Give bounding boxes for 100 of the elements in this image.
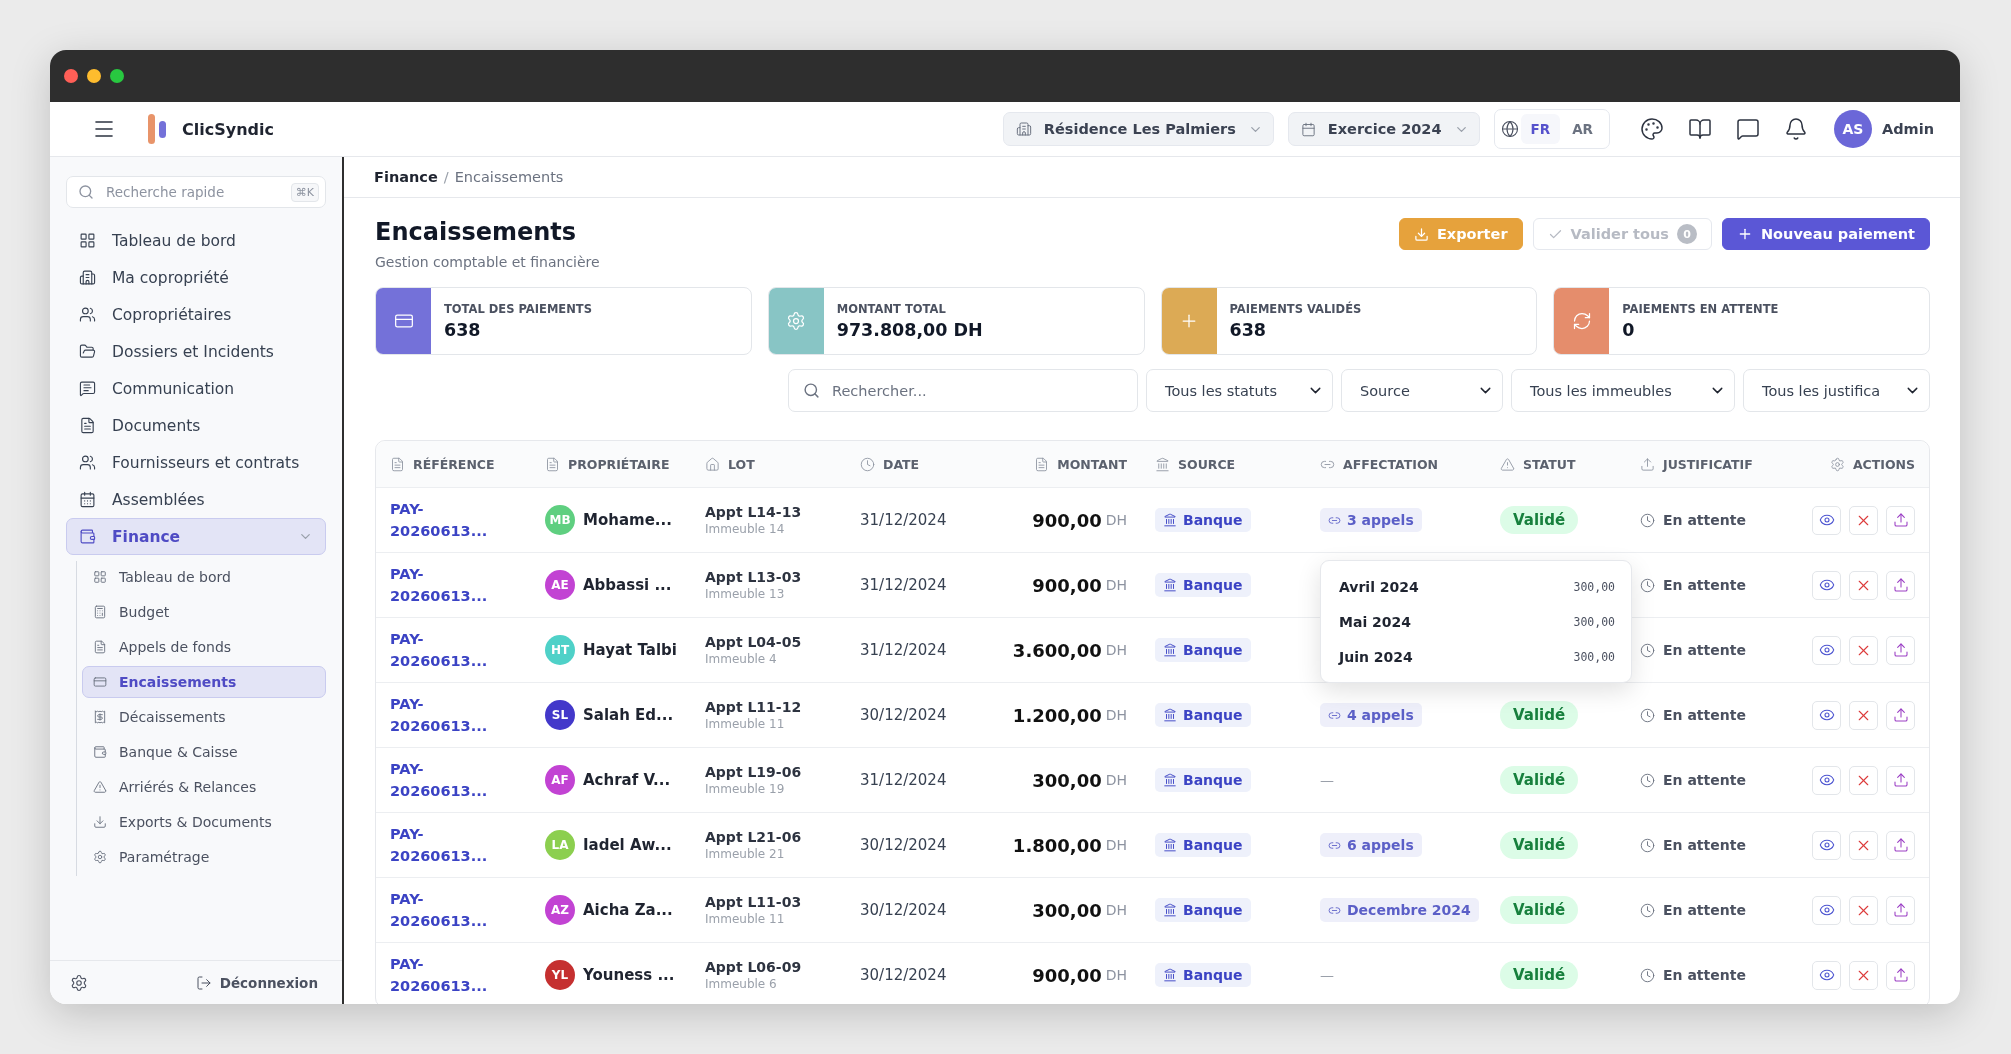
proof-status: En attente xyxy=(1663,577,1746,593)
clock-icon xyxy=(1640,642,1655,658)
nav-subitem[interactable]: Budget xyxy=(82,596,326,628)
breadcrumb-link[interactable]: Finance xyxy=(374,169,438,185)
reject-button[interactable] xyxy=(1849,830,1878,860)
search-field[interactable]: Rechercher... xyxy=(788,369,1138,412)
filter-select[interactable]: Tous les immeubles xyxy=(1511,369,1735,412)
currency-label: DH xyxy=(1105,642,1127,658)
nav-item[interactable]: Fournisseurs et contrats xyxy=(66,444,326,481)
reject-button[interactable] xyxy=(1849,570,1878,600)
calculator-icon xyxy=(93,605,107,619)
nav-item[interactable]: Documents xyxy=(66,407,326,444)
owner-avatar: MB xyxy=(545,505,575,535)
new-payment-button[interactable]: Nouveau paiement xyxy=(1721,218,1930,250)
nav-item[interactable]: Ma copropriété xyxy=(66,259,326,296)
maximize-window-button[interactable] xyxy=(110,69,124,83)
close-window-button[interactable] xyxy=(64,69,78,83)
user-avatar[interactable]: AS xyxy=(1834,110,1872,148)
reference-link[interactable]: PAY-20260613... xyxy=(390,823,485,867)
owner-name: Mohame... xyxy=(583,511,672,529)
nav-subitem[interactable]: Encaissements xyxy=(82,666,326,698)
view-button[interactable] xyxy=(1812,635,1841,665)
affectation-tag[interactable]: 4 appels xyxy=(1320,703,1422,727)
stat-value: 638 xyxy=(1229,320,1268,340)
residence-select[interactable]: Résidence Les Palmiers xyxy=(1002,112,1274,146)
wallet-icon xyxy=(79,528,96,545)
view-button[interactable] xyxy=(1812,765,1841,795)
reference-link[interactable]: PAY-20260613... xyxy=(390,628,485,672)
proof-status: En attente xyxy=(1663,707,1746,723)
filter-select[interactable]: Source xyxy=(1341,369,1503,412)
nav-item[interactable]: Assemblées xyxy=(66,481,326,518)
language-button[interactable]: FR xyxy=(1520,114,1561,144)
filter-select[interactable]: Tous les justifica xyxy=(1743,369,1930,412)
warning-icon xyxy=(1500,456,1515,472)
language-button[interactable]: AR xyxy=(1562,114,1603,144)
view-button[interactable] xyxy=(1812,830,1841,860)
nav-subitem[interactable]: Exports & Documents xyxy=(82,806,326,838)
nav-item[interactable]: Communication xyxy=(66,370,326,407)
reject-button[interactable] xyxy=(1849,700,1878,730)
count-badge: 0 xyxy=(1676,224,1697,244)
column-title: LOT xyxy=(728,456,755,472)
nav-subitem[interactable]: Décaissements xyxy=(82,701,326,733)
document-icon xyxy=(1034,456,1050,472)
calendar-icon xyxy=(1300,121,1316,137)
column-title: SOURCE xyxy=(1178,456,1236,472)
affectation-tag[interactable]: 6 appels xyxy=(1320,833,1422,857)
exercise-select[interactable]: Exercice 2024 xyxy=(1287,112,1480,146)
owner-avatar: AF xyxy=(545,765,575,795)
nav-item[interactable]: Finance xyxy=(66,518,326,555)
bank-icon xyxy=(1163,773,1177,787)
clock-icon xyxy=(1640,512,1655,528)
settings-icon xyxy=(1829,456,1845,472)
reference-link[interactable]: PAY-20260613... xyxy=(390,693,485,737)
reference-link[interactable]: PAY-20260613... xyxy=(390,888,485,932)
filter-select[interactable]: Tous les statuts xyxy=(1146,369,1333,412)
eye-icon xyxy=(1818,902,1835,918)
nav-subitem[interactable]: Banque & Caisse xyxy=(82,736,326,768)
reference-link[interactable]: PAY-20260613... xyxy=(390,758,485,802)
view-button[interactable] xyxy=(1812,700,1841,730)
reference-link[interactable]: PAY-20260613... xyxy=(390,953,485,997)
house-icon xyxy=(705,456,720,472)
nav-item[interactable]: Tableau de bord xyxy=(66,222,326,259)
amount-value: 300,00 xyxy=(1032,899,1102,921)
affectation-tag[interactable]: Decembre 2024 xyxy=(1320,898,1479,922)
owner-name: Iadel Aw... xyxy=(583,836,672,854)
reject-button[interactable] xyxy=(1849,765,1878,795)
eye-icon xyxy=(1818,707,1835,723)
globe-icon xyxy=(1500,120,1519,138)
nav-item[interactable]: Dossiers et Incidents xyxy=(66,333,326,370)
reject-button[interactable] xyxy=(1849,505,1878,535)
view-button[interactable] xyxy=(1812,895,1841,925)
affectation-tag[interactable]: 3 appels xyxy=(1320,508,1422,532)
logout-button[interactable]: Déconnexion xyxy=(189,973,324,992)
reject-button[interactable] xyxy=(1849,895,1878,925)
source-tag: Banque xyxy=(1155,703,1251,727)
quick-search-input[interactable]: Recherche rapide xyxy=(104,183,281,201)
nav-subitem[interactable]: Tableau de bord xyxy=(82,561,326,593)
nav-subitem[interactable]: Paramétrage xyxy=(82,841,326,873)
status-badge: Validé xyxy=(1500,831,1579,859)
date-cell: 31/12/2024 xyxy=(860,511,947,529)
source-tag: Banque xyxy=(1155,833,1251,857)
stat-label: PAIEMENTS VALIDÉS xyxy=(1229,302,1362,316)
settings-button[interactable] xyxy=(70,973,88,992)
reference-link[interactable]: PAY-20260613... xyxy=(390,563,485,607)
reject-button[interactable] xyxy=(1849,635,1878,665)
view-button[interactable] xyxy=(1812,960,1841,990)
date-cell: 30/12/2024 xyxy=(860,836,947,854)
view-button[interactable] xyxy=(1812,505,1841,535)
column-title: RÉFÉRENCE xyxy=(413,456,495,472)
bell-icon xyxy=(1784,117,1808,141)
nav-subitem[interactable]: Arriérés & Relances xyxy=(82,771,326,803)
view-button[interactable] xyxy=(1812,570,1841,600)
minimize-window-button[interactable] xyxy=(87,69,101,83)
nav-item[interactable]: Copropriétaires xyxy=(66,296,326,333)
nav-subitem[interactable]: Appels de fonds xyxy=(82,631,326,663)
folder-icon xyxy=(79,343,96,360)
search-icon xyxy=(78,184,94,200)
lot-name: Appt L21-06 xyxy=(705,829,802,845)
reference-link[interactable]: PAY-20260613... xyxy=(390,498,485,542)
reject-button[interactable] xyxy=(1849,960,1878,990)
